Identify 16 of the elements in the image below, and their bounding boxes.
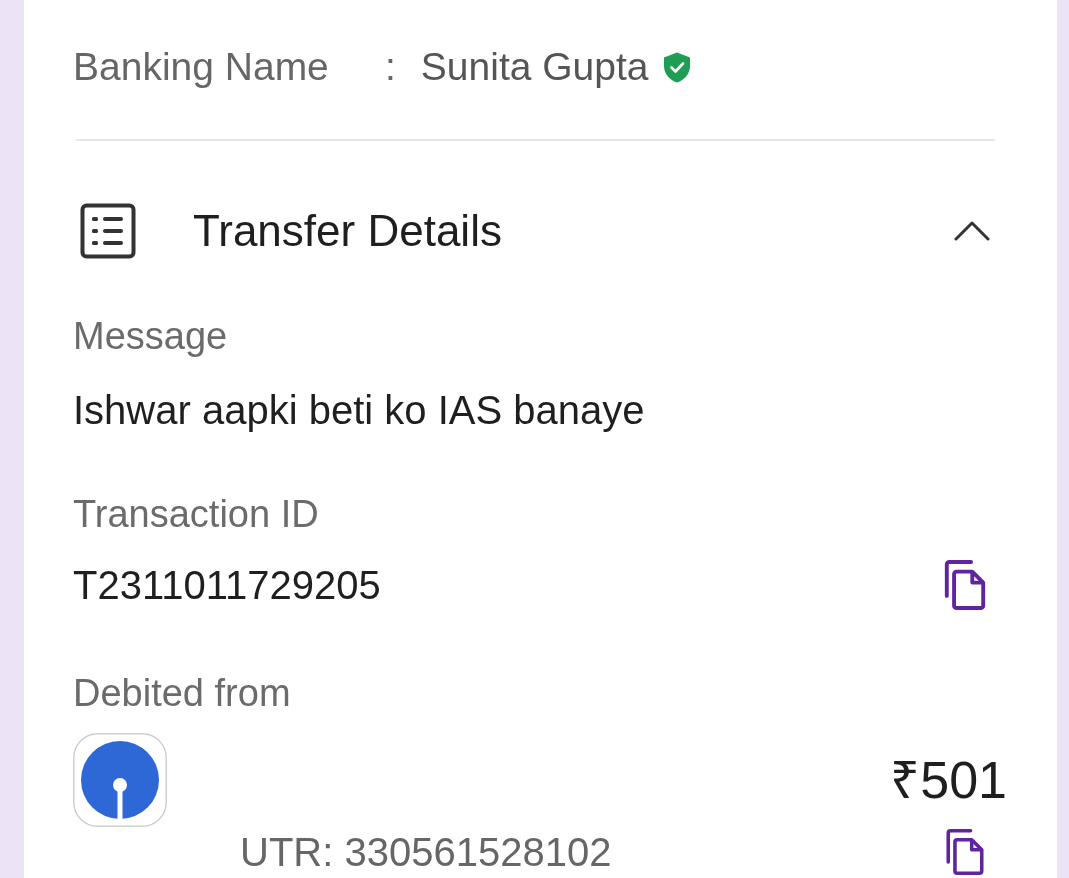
field-value: Ishwar aapki beti ko IAS banaye	[73, 387, 645, 434]
amount-value: ₹501	[890, 750, 1007, 810]
banking-name-value: Sunita Gupta	[420, 43, 649, 90]
field-label: Debited from	[73, 671, 291, 716]
list-icon	[80, 203, 136, 259]
banking-name-label: Banking Name	[73, 43, 330, 90]
field-value: T2311011729205	[73, 562, 381, 609]
field-label: Transaction ID	[73, 492, 319, 537]
copy-icon[interactable]	[942, 560, 988, 610]
separator-colon: :	[385, 43, 396, 90]
copy-icon[interactable]	[944, 829, 986, 875]
section-title: Transfer Details	[193, 205, 502, 257]
bank-logo-icon	[73, 733, 167, 827]
field-label: Message	[73, 314, 228, 359]
chevron-up-icon[interactable]	[954, 221, 990, 241]
utr-number: UTR: 330561528102	[240, 829, 612, 875]
